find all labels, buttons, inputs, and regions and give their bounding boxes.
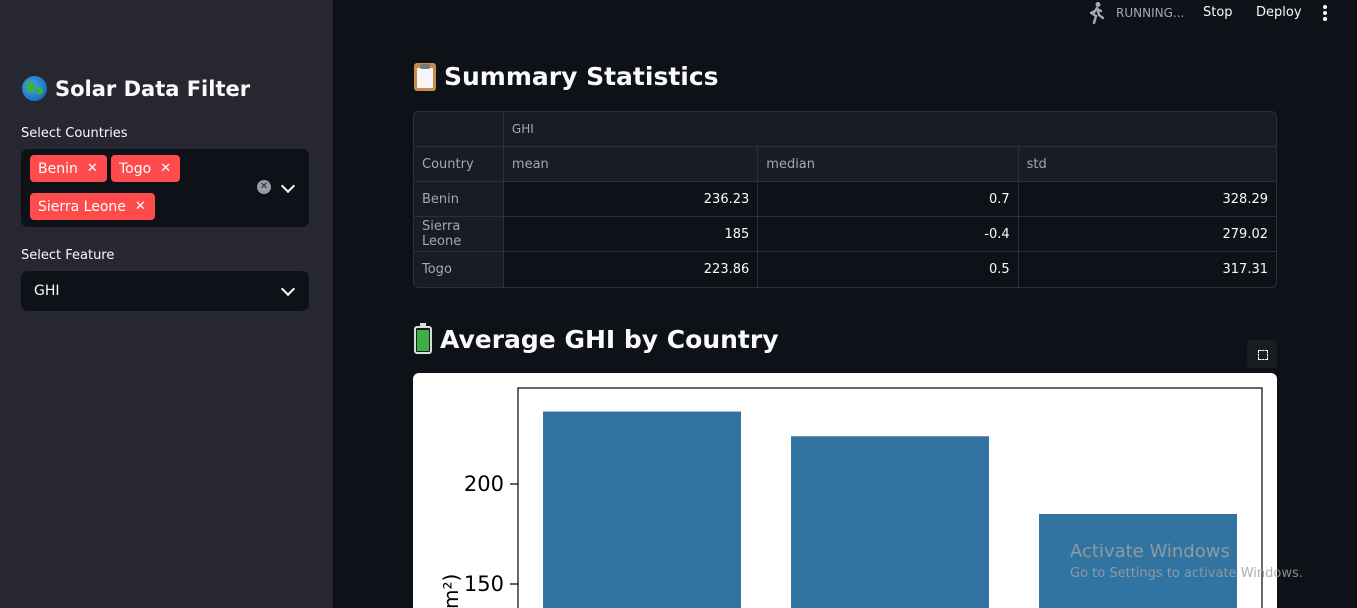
app-root: Solar Data Filter Select Countries Benin… [0, 0, 1357, 608]
running-icon [1089, 2, 1105, 25]
table-row: Benin 236.23 0.7 328.29 [414, 182, 1276, 217]
main-menu-icon[interactable] [1323, 5, 1327, 21]
clipboard-icon [414, 62, 436, 91]
table-column-header[interactable]: mean [503, 147, 759, 182]
chart-title: Average GHI by Country [440, 325, 779, 354]
feature-select[interactable]: GHI [21, 271, 309, 311]
feature-label: Select Feature [21, 248, 115, 263]
deploy-button[interactable]: Deploy [1256, 5, 1302, 20]
table-column-header[interactable]: std [1018, 147, 1276, 182]
table-cell[interactable]: 279.02 [1018, 217, 1276, 252]
table-index-cell[interactable]: Benin [414, 182, 504, 217]
globe-icon [22, 76, 47, 101]
bar-benin [543, 411, 741, 608]
table-super-header-row: GHI [414, 112, 1276, 147]
feature-select-value: GHI [34, 283, 60, 299]
sidebar-title: Solar Data Filter [22, 76, 250, 101]
country-tag-label: Benin [38, 160, 78, 177]
chevron-down-icon[interactable] [280, 281, 296, 297]
y-tick-label: 200 [464, 472, 504, 496]
table-cell[interactable]: 0.7 [758, 182, 1019, 217]
table-index-cell[interactable]: Togo [414, 252, 504, 287]
activate-windows-title: Activate Windows [1070, 541, 1230, 562]
table-super-header: GHI [503, 112, 1276, 147]
table-index-header[interactable]: Country [414, 147, 504, 182]
table-cell[interactable]: 328.29 [1018, 182, 1276, 217]
chart-heading: Average GHI by Country [414, 322, 779, 354]
table-column-header[interactable]: median [758, 147, 1019, 182]
remove-tag-icon[interactable]: ✕ [87, 161, 98, 176]
table-cell[interactable]: 185 [503, 217, 759, 252]
sidebar-title-text: Solar Data Filter [55, 76, 251, 101]
summary-table[interactable]: GHI Country mean median std Benin 236.23… [413, 111, 1277, 288]
summary-heading: Summary Statistics [414, 62, 719, 91]
chevron-down-icon[interactable] [280, 178, 296, 194]
bar-togo [791, 436, 989, 608]
clear-all-icon[interactable]: ✕ [257, 180, 271, 194]
country-tag[interactable]: Benin ✕ [30, 155, 107, 182]
summary-title: Summary Statistics [444, 62, 719, 91]
remove-tag-icon[interactable]: ✕ [160, 161, 171, 176]
remove-tag-icon[interactable]: ✕ [135, 199, 146, 214]
stop-button[interactable]: Stop [1203, 5, 1233, 20]
y-tick-label: 150 [464, 572, 504, 596]
table-corner-cell [414, 112, 504, 147]
country-tag-label: Sierra Leone [38, 198, 126, 215]
fullscreen-icon[interactable] [1247, 340, 1277, 368]
table-header-row: Country mean median std [414, 147, 1276, 182]
sidebar: Solar Data Filter Select Countries Benin… [0, 0, 333, 608]
countries-multiselect[interactable]: Benin ✕ Togo ✕ Sierra Leone ✕ ✕ [21, 149, 309, 227]
activate-windows-subtitle: Go to Settings to activate Windows. [1070, 566, 1303, 581]
table-row: Togo 223.86 0.5 317.31 [414, 252, 1276, 287]
table-cell[interactable]: 0.5 [758, 252, 1019, 287]
table-row: Sierra Leone 185 -0.4 279.02 [414, 217, 1276, 252]
country-tag-label: Togo [119, 160, 152, 177]
y-axis-label: m²) [439, 574, 463, 608]
table-cell[interactable]: 223.86 [504, 252, 759, 287]
table-cell[interactable]: 317.31 [1019, 252, 1276, 287]
country-tag[interactable]: Togo ✕ [111, 155, 181, 182]
running-status: RUNNING... [1116, 6, 1185, 20]
battery-icon [414, 322, 432, 354]
table-cell[interactable]: 236.23 [503, 182, 759, 217]
table-cell[interactable]: -0.4 [758, 217, 1019, 252]
country-tag[interactable]: Sierra Leone ✕ [30, 193, 155, 220]
table-index-cell[interactable]: Sierra Leone [414, 217, 504, 252]
countries-label: Select Countries [21, 126, 128, 141]
